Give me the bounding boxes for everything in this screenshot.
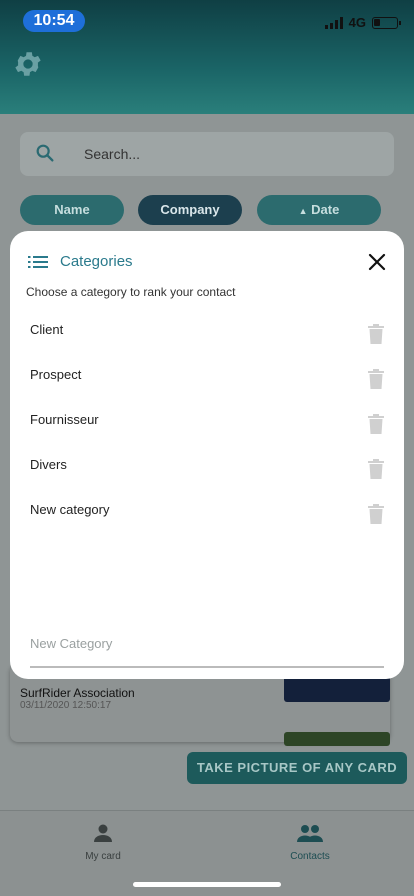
search-icon — [36, 144, 54, 162]
sort-date-button[interactable]: ▲ Date — [257, 195, 381, 225]
contact-name: SurfRider Association — [20, 686, 135, 700]
business-card-thumbnail-2 — [284, 732, 390, 746]
trash-icon[interactable] — [368, 324, 384, 344]
tab-my-card[interactable]: My card — [53, 821, 153, 862]
status-time: 10:54 — [23, 10, 85, 32]
tab-contacts-label: Contacts — [290, 851, 330, 862]
sort-arrow-up-icon: ▲ — [298, 206, 308, 216]
search-input[interactable]: Search... — [84, 146, 140, 162]
search-bar[interactable]: Search... — [20, 132, 394, 176]
status-icons: 4G — [324, 15, 401, 30]
sort-name-button[interactable]: Name — [20, 195, 124, 225]
contact-date: 03/11/2020 12:50:17 — [20, 700, 112, 711]
person-icon — [94, 824, 112, 842]
category-row[interactable]: Client — [10, 322, 404, 362]
categories-modal: Categories Choose a category to rank you… — [10, 231, 404, 679]
app-header: 10:54 4G — [0, 0, 414, 114]
take-picture-button[interactable]: TAKE PICTURE OF ANY CARD — [187, 752, 407, 784]
category-label[interactable]: Client — [30, 322, 63, 337]
gear-icon[interactable] — [12, 48, 44, 80]
modal-header: Categories — [28, 253, 133, 270]
category-label[interactable]: New category — [30, 502, 109, 517]
home-indicator — [133, 882, 281, 887]
tab-contacts[interactable]: Contacts — [260, 821, 360, 862]
category-label[interactable]: Fournisseur — [30, 412, 99, 427]
category-row[interactable]: Prospect — [10, 367, 404, 407]
category-row[interactable]: New category — [10, 502, 404, 542]
sort-date-label: Date — [311, 202, 340, 217]
trash-icon[interactable] — [368, 504, 384, 524]
modal-subtitle: Choose a category to rank your contact — [26, 285, 236, 299]
category-label[interactable]: Divers — [30, 457, 67, 472]
trash-icon[interactable] — [368, 369, 384, 389]
signal-icon — [324, 16, 343, 29]
trash-icon[interactable] — [368, 459, 384, 479]
modal-title: Categories — [60, 253, 133, 270]
input-underline — [30, 666, 384, 668]
battery-icon — [372, 16, 401, 29]
people-icon — [297, 825, 323, 842]
category-row[interactable]: Divers — [10, 457, 404, 497]
close-icon[interactable] — [368, 253, 386, 271]
list-icon — [28, 255, 48, 268]
network-type: 4G — [348, 15, 366, 30]
category-label[interactable]: Prospect — [30, 367, 81, 382]
new-category-input[interactable]: New Category — [30, 636, 112, 651]
category-row[interactable]: Fournisseur — [10, 412, 404, 452]
trash-icon[interactable] — [368, 414, 384, 434]
tab-my-card-label: My card — [85, 851, 121, 862]
sort-company-button[interactable]: Company — [138, 195, 242, 225]
